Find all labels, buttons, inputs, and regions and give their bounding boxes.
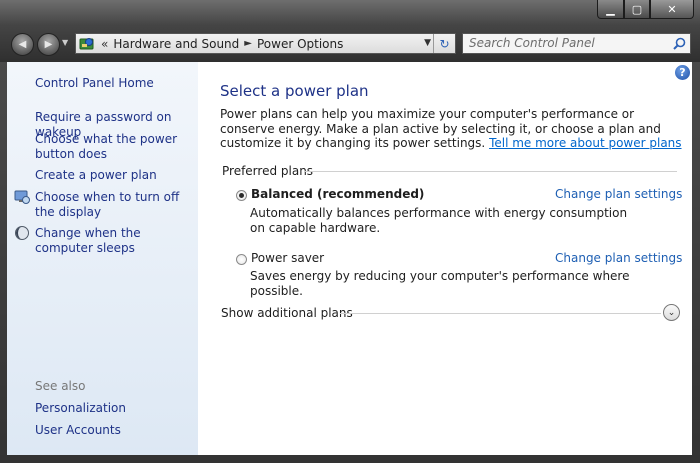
close-button[interactable]: ✕ [650,0,694,19]
plan-description-power-saver: Saves energy by reducing your computer's… [250,269,630,298]
refresh-icon: ↻ [439,36,450,51]
sidebar-item-control-panel-home[interactable]: Control Panel Home [35,76,195,91]
main-content: ? Select a power plan Power plans can he… [198,62,692,455]
sidebar-item-user-accounts[interactable]: User Accounts [35,423,195,438]
tell-me-more-link[interactable]: Tell me more about power plans [489,136,681,150]
forward-button[interactable]: ▶ [37,33,60,56]
sidebar-item-create-plan[interactable]: Create a power plan [35,168,195,183]
help-icon[interactable]: ? [675,65,690,80]
breadcrumb-hardware-and-sound[interactable]: Hardware and Sound [113,37,239,51]
title-bar: ▁ ▢ ✕ ◀ ▶ ▼ « Hardware and Sound ► Power… [0,0,700,62]
plan-description-balanced: Automatically balances performance with … [250,206,628,235]
preferred-plans-heading: Preferred plans [222,164,314,178]
control-panel-icon [79,36,97,51]
power-saver-radio[interactable] [236,254,247,265]
balanced-radio[interactable] [236,190,247,201]
search-icon[interactable] [673,37,686,50]
refresh-button[interactable]: ↻ [433,34,455,53]
change-plan-settings-power-saver[interactable]: Change plan settings [555,251,682,265]
breadcrumb-separator-icon[interactable]: ► [244,38,252,49]
address-overflow-chevron[interactable]: « [101,37,108,51]
monitor-icon [14,189,30,205]
window-bottom-frame [0,455,700,463]
search-placeholder: Search Control Panel [469,36,595,50]
sidebar-item-power-button[interactable]: Choose what the power button does [35,132,195,162]
plan-name-balanced[interactable]: Balanced (recommended) [251,187,424,201]
additional-divider [340,313,661,314]
window: ▁ ▢ ✕ ◀ ▶ ▼ « Hardware and Sound ► Power… [0,0,700,463]
address-dropdown-icon[interactable]: ▼ [424,38,431,48]
show-additional-plans[interactable]: Show additional plans [221,306,353,320]
moon-icon [14,225,30,241]
back-arrow-icon: ◀ [18,39,27,50]
page-title: Select a power plan [220,82,369,100]
address-bar[interactable]: « Hardware and Sound ► Power Options ▼ ↻ [75,33,456,54]
sidebar: Control Panel Home Require a password on… [7,62,199,455]
forward-arrow-icon: ▶ [44,39,53,50]
group-divider [304,171,677,172]
plan-name-power-saver[interactable]: Power saver [251,251,324,265]
see-also-heading: See also [35,379,86,393]
recent-pages-dropdown[interactable]: ▼ [62,38,68,47]
sidebar-item-computer-sleeps[interactable]: Change when the computer sleeps [35,226,195,256]
search-input[interactable]: Search Control Panel [462,33,691,54]
maximize-button[interactable]: ▢ [624,0,650,19]
expand-chevron-icon[interactable]: ⌄ [663,304,680,321]
sidebar-item-turn-off-display[interactable]: Choose when to turn off the display [35,190,195,220]
back-button[interactable]: ◀ [11,33,34,56]
sidebar-item-personalization[interactable]: Personalization [35,401,195,416]
caption-buttons: ▁ ▢ ✕ [597,0,694,19]
intro-text: Power plans can help you maximize your c… [220,107,690,151]
breadcrumb-power-options[interactable]: Power Options [257,37,343,51]
minimize-button[interactable]: ▁ [597,0,624,19]
change-plan-settings-balanced[interactable]: Change plan settings [555,187,682,201]
